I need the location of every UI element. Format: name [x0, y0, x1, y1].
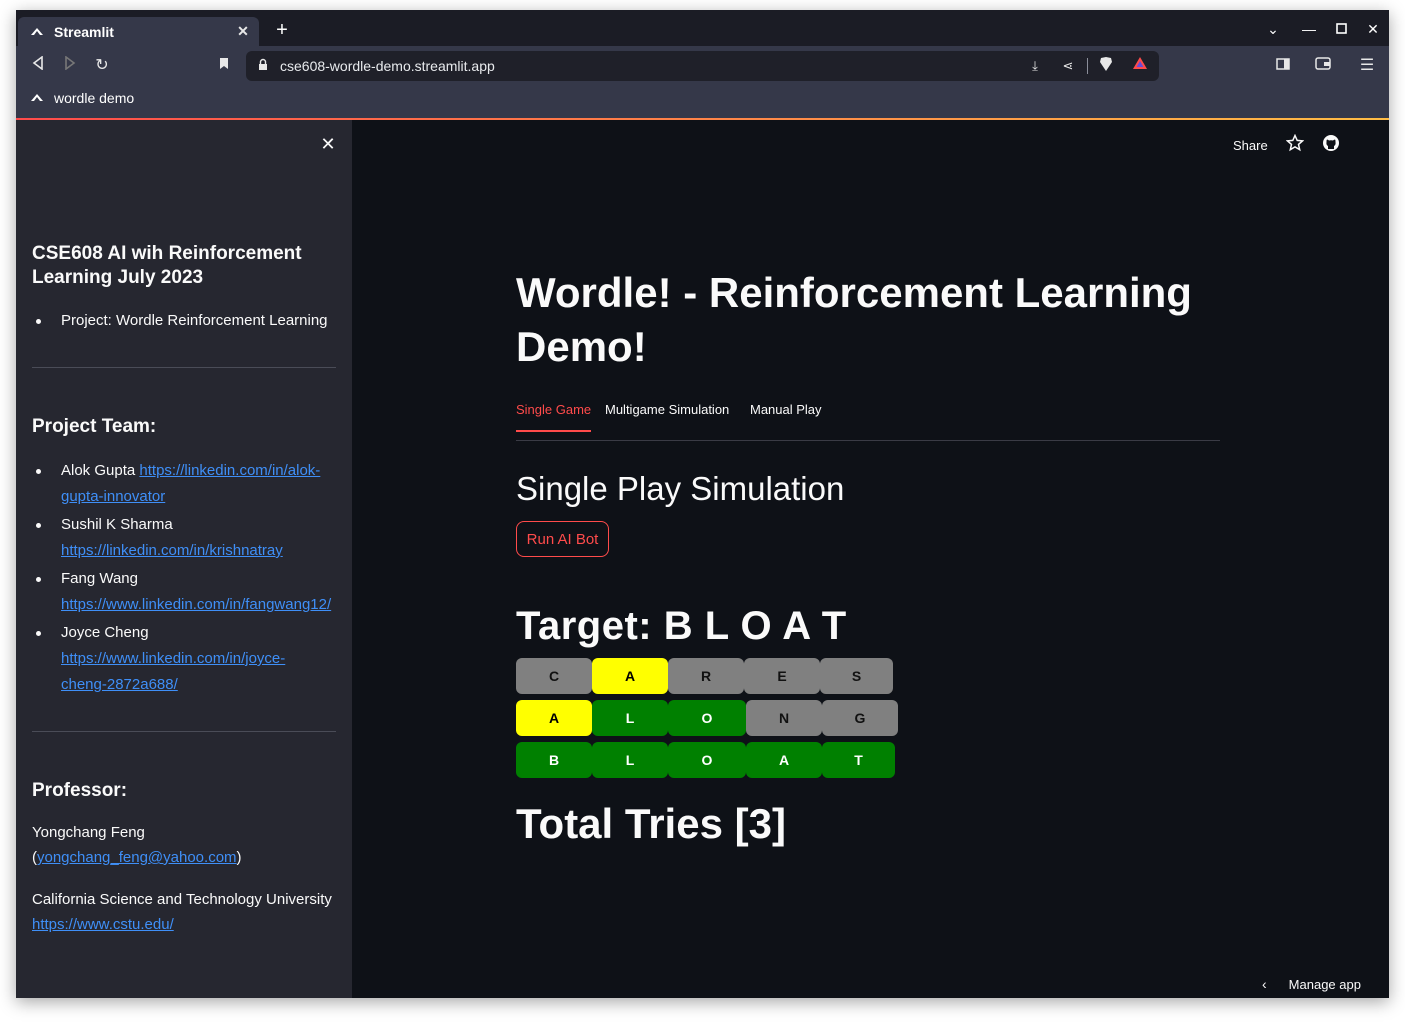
manage-app-label: Manage app [1288, 976, 1361, 992]
member-name: Joyce Cheng [61, 624, 149, 641]
sidebar-toggle-icon[interactable] [1271, 55, 1295, 77]
menu-icon[interactable]: ☰ [1355, 55, 1379, 77]
tab-single-game[interactable]: Single Game [516, 402, 592, 432]
university-name: California Science and Technology Univer… [32, 891, 332, 908]
total-tries: Total Tries [3] [516, 800, 786, 847]
member-link[interactable]: https://linkedin.com/in/krishnatray [61, 542, 283, 559]
reload-icon[interactable]: ↻ [90, 55, 114, 77]
github-icon[interactable] [1322, 134, 1340, 155]
main-content: Share Wordle! - Reinforcement Learning D… [352, 120, 1389, 998]
course-title: CSE608 AI wih Reinforcement Learning Jul… [32, 243, 302, 288]
letter-tile: B [516, 742, 592, 778]
link-text: gupta-innovator [61, 488, 166, 505]
browser-toolbar: ↻ cse608-wordle-demo.streamlit.app ⤓ ⋖ ☰ [16, 46, 1389, 86]
wallet-icon[interactable] [1311, 55, 1335, 77]
letter-tile: A [746, 742, 822, 778]
letter-tile: S [820, 658, 893, 694]
share-button[interactable]: Share [1233, 138, 1268, 153]
letter-tile: N [746, 700, 822, 736]
tab-title: Streamlit [54, 23, 114, 40]
university-info: California Science and Technology Univer… [32, 887, 342, 937]
share-icon[interactable]: ⋖ [1058, 56, 1078, 76]
brave-rewards-icon[interactable] [1130, 56, 1150, 76]
letter-tile: A [516, 700, 592, 736]
streamlit-logo-icon [30, 92, 44, 105]
tab-multigame-simulation[interactable]: Multigame Simulation [605, 402, 729, 430]
page-title: Wordle! - Reinforcement Learning Demo! [516, 269, 1192, 370]
letter-tile: E [744, 658, 820, 694]
link-text: cheng-2872a688/ [61, 676, 178, 693]
link-text: https://www.linkedin.com/in/joyce- [61, 650, 286, 667]
team-member: Alok Gupta https://linkedin.com/in/alok-… [32, 458, 352, 510]
bookmark-label: wordle demo [54, 90, 135, 106]
bookmark-wordle-demo[interactable]: wordle demo [30, 90, 134, 106]
member-name: Sushil K Sharma [61, 516, 173, 533]
letter-tile: A [592, 658, 668, 694]
manage-app-button[interactable]: ‹ Manage app [1262, 976, 1361, 992]
star-icon[interactable] [1285, 133, 1305, 155]
list-item: Project: Wordle Reinforcement Learning [32, 308, 352, 334]
section-subheader: Single Play Simulation [516, 470, 845, 507]
project-list: Project: Wordle Reinforcement Learning [32, 308, 352, 336]
bookmark-icon[interactable] [212, 55, 236, 77]
professor-email-link[interactable]: yongchang_feng@yahoo.com [37, 849, 237, 866]
close-tab-icon[interactable]: ✕ [233, 21, 253, 41]
university-link[interactable]: https://www.cstu.edu/ [32, 916, 174, 933]
target-word: Target: B L O A T [516, 604, 847, 648]
divider [32, 367, 336, 368]
back-icon[interactable] [26, 55, 50, 77]
divider [1087, 58, 1088, 74]
browser-tab[interactable]: Streamlit ✕ [18, 17, 259, 46]
address-bar[interactable]: cse608-wordle-demo.streamlit.app ⤓ ⋖ [246, 51, 1159, 81]
letter-tile: O [668, 700, 746, 736]
close-window-icon[interactable]: ✕ [1361, 17, 1385, 41]
team-heading: Project Team: [32, 416, 157, 437]
brave-shield-icon[interactable] [1096, 56, 1116, 76]
professor-heading: Professor: [32, 780, 128, 801]
tab-manual-play[interactable]: Manual Play [750, 402, 822, 430]
link-text: https://linkedin.com/in/alok- [139, 462, 321, 479]
guess-row: C A R E S [516, 658, 898, 694]
guess-row: A L O N G [516, 700, 898, 736]
member-name: Fang Wang [61, 570, 138, 587]
member-link[interactable]: https://www.linkedin.com/in/joyce-cheng-… [61, 650, 285, 693]
tab-strip: Streamlit ✕ + ⌄ — ✕ [16, 10, 1389, 46]
professor-info: Yongchang Feng (yongchang_feng@yahoo.com) [32, 824, 242, 866]
letter-tile: L [592, 742, 668, 778]
letter-tile: C [516, 658, 592, 694]
letter-tile: R [668, 658, 744, 694]
install-icon[interactable]: ⤓ [1025, 56, 1045, 76]
sidebar: ✕ CSE608 AI wih Reinforcement Learning J… [16, 120, 352, 998]
browser-window: Streamlit ✕ + ⌄ — ✕ ↻ cse608-wordle-demo… [16, 10, 1389, 998]
new-tab-icon[interactable]: + [272, 20, 292, 40]
tab-list: Single Game Multigame Simulation Manual … [516, 398, 1220, 441]
team-member: Fang Wang https://www.linkedin.com/in/fan… [32, 566, 352, 618]
team-member: Joyce Cheng https://www.linkedin.com/in/j… [32, 620, 352, 698]
letter-tile: L [592, 700, 668, 736]
minimize-icon[interactable]: — [1297, 17, 1321, 41]
forward-icon[interactable] [58, 55, 82, 77]
letter-tile: G [822, 700, 898, 736]
tab-search-icon[interactable]: ⌄ [1261, 17, 1285, 41]
wordle-board: C A R E S A L O N G B L O A T [516, 658, 898, 784]
chevron-left-icon: ‹ [1262, 976, 1267, 992]
guess-row: B L O A T [516, 742, 898, 778]
url-text: cse608-wordle-demo.streamlit.app [280, 58, 495, 74]
bookmarks-bar: wordle demo [16, 86, 1389, 120]
streamlit-logo-icon [30, 25, 44, 39]
team-list: Alok Gupta https://linkedin.com/in/alok-… [32, 458, 352, 700]
professor-name: Yongchang Feng [32, 824, 145, 841]
letter-tile: T [822, 742, 895, 778]
maximize-icon[interactable] [1329, 17, 1353, 41]
close-sidebar-icon[interactable]: ✕ [318, 134, 338, 154]
member-name: Alok Gupta [61, 462, 136, 479]
team-member: Sushil K Sharma https://linkedin.com/in/k… [32, 512, 352, 564]
letter-tile: O [668, 742, 746, 778]
divider [32, 731, 336, 732]
run-ai-bot-button[interactable]: Run AI Bot [516, 521, 609, 557]
lock-icon [258, 58, 270, 72]
member-link[interactable]: https://www.linkedin.com/in/fangwang12/ [61, 596, 331, 613]
